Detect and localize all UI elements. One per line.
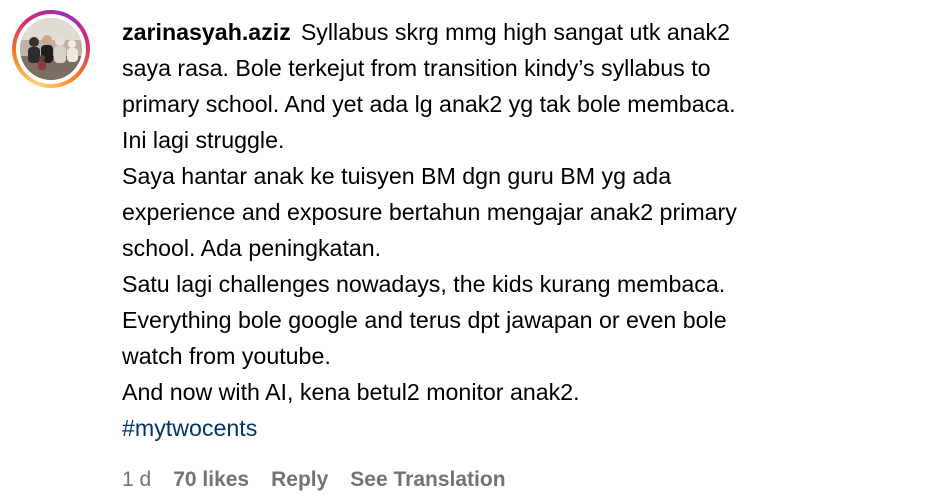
reply-button[interactable]: Reply bbox=[271, 468, 328, 491]
avatar-story-ring[interactable] bbox=[12, 10, 90, 88]
comment-line-11: And now with AI, kena betul2 monitor ana… bbox=[122, 379, 580, 405]
comment-line-7: school. Ada peningkatan. bbox=[122, 235, 382, 261]
likes-count-button[interactable]: 70 likes bbox=[173, 468, 249, 491]
comment-line-10: watch from youtube. bbox=[122, 343, 331, 369]
comment-meta: 1 d 70 likes Reply See Translation bbox=[122, 466, 528, 494]
comment-hashtag-line: #mytwocents bbox=[122, 410, 912, 446]
username-link[interactable]: zarinasyah.aziz bbox=[122, 19, 291, 45]
comment-line-6: experience and exposure bertahun mengaja… bbox=[122, 199, 737, 225]
timestamp[interactable]: 1 d bbox=[122, 468, 151, 491]
comment-line-5: Saya hantar anak ke tuisyen BM dgn guru … bbox=[122, 163, 672, 189]
comment-line-3: primary school. And yet ada lg anak2 yg … bbox=[122, 91, 736, 117]
comment-body: zarinasyah.aziz Syllabus skrg mmg high sa… bbox=[122, 14, 912, 446]
hashtag-link[interactable]: #mytwocents bbox=[122, 415, 257, 441]
comment-line-4: Ini lagi struggle. bbox=[122, 127, 285, 153]
comment-line-2: saya rasa. Bole terkejut from transition… bbox=[122, 55, 711, 81]
avatar-ring-gap bbox=[16, 14, 86, 84]
comment-line-9: Everything bole google and terus dpt jaw… bbox=[122, 307, 727, 333]
comment-line-8: Satu lagi challenges nowadays, the kids … bbox=[122, 271, 726, 297]
comment-line-1: zarinasyah.aziz Syllabus skrg mmg high sa… bbox=[122, 14, 912, 50]
see-translation-button[interactable]: See Translation bbox=[350, 468, 505, 491]
avatar[interactable] bbox=[20, 18, 82, 80]
comment: zarinasyah.aziz Syllabus skrg mmg high sa… bbox=[0, 0, 932, 502]
comment-line-text: Syllabus skrg mmg high sangat utk anak2 bbox=[300, 19, 731, 45]
comment-text: zarinasyah.aziz Syllabus skrg mmg high sa… bbox=[122, 14, 912, 446]
avatar-photo-icon bbox=[20, 18, 82, 80]
